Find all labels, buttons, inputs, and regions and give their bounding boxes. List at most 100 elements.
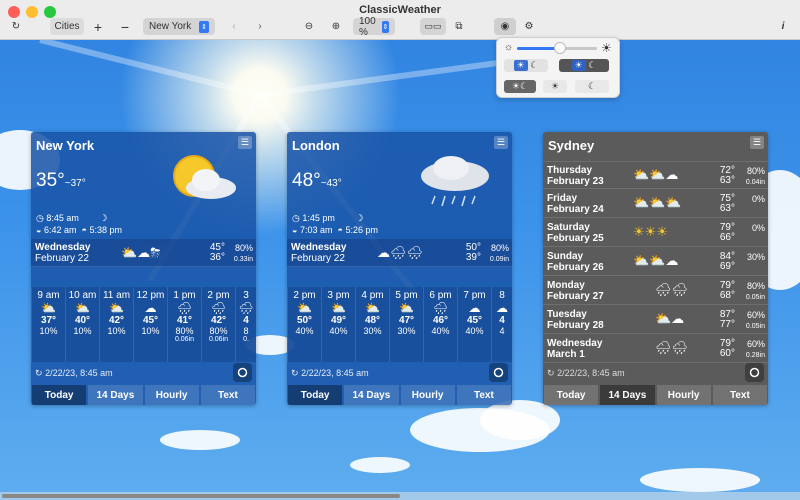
city-name: London: [292, 138, 340, 153]
refresh-icon: ↻: [547, 368, 555, 378]
partly-cloudy-icon: [173, 155, 236, 199]
hour-time: 8: [499, 290, 505, 301]
card-menu-icon[interactable]: ☰: [750, 136, 764, 149]
hour-time: 11 am: [102, 290, 131, 301]
day-temps: 84° 69°: [709, 252, 735, 272]
weather-icon: 🌧: [176, 301, 193, 315]
precip-amt: 0.33in: [233, 256, 253, 263]
weather-icon: 🌧: [432, 301, 449, 315]
feels-like: ~37°: [64, 178, 86, 189]
scrollbar-thumb[interactable]: [2, 494, 400, 498]
last-updated: ↻ 2/22/23, 8:45 am: [547, 368, 625, 379]
gear-icon[interactable]: ⚙: [522, 18, 536, 35]
layout-row-icon[interactable]: ▭▭: [420, 18, 446, 35]
hour-temp: 49°: [330, 315, 347, 326]
weather-icon: 🌧: [210, 301, 227, 315]
info-icon[interactable]: i: [778, 18, 788, 35]
tab-14-days[interactable]: 14 Days: [344, 385, 399, 405]
window-title: ClassicWeather: [359, 4, 441, 16]
tab-text[interactable]: Text: [712, 385, 767, 405]
clock-icon: ◷: [36, 213, 44, 223]
hour-precip: 10%: [39, 326, 58, 336]
layout-grid-icon[interactable]: ⧉: [451, 18, 467, 35]
theme-option-light[interactable]: ☀ ☾: [504, 59, 548, 72]
day-name: Wednesday February 22: [291, 242, 346, 264]
hour-column: 5 pm ⛅ 47° 30%: [389, 287, 423, 362]
tab-hourly[interactable]: Hourly: [400, 385, 455, 405]
zoom-select[interactable]: 100 % ⇕: [353, 15, 395, 38]
cities-button[interactable]: Cities: [50, 18, 84, 35]
mode-option-light-dark[interactable]: ☀☾: [504, 80, 536, 93]
hour-precip: 80%: [209, 326, 228, 336]
day-name: Saturday February 25: [547, 222, 604, 244]
location-button[interactable]: [745, 363, 764, 382]
horizontal-scrollbar[interactable]: [0, 492, 800, 500]
day-low: 60°: [719, 348, 735, 359]
zoom-value: 100 %: [359, 15, 376, 38]
forward-icon[interactable]: ›: [254, 18, 266, 35]
sun-times: ◒ 7:03 am ◓ 5:26 pm: [292, 225, 378, 235]
day-precip: 80% 0.04in: [737, 166, 765, 188]
zoom-in-icon[interactable]: ⊕: [329, 18, 343, 35]
hourly-strip: 2 pm ⛅ 50° 40% 3 pm ⛅ 49° 40% 4 pm ⛅ 48° 30% 5 pm…: [287, 287, 512, 362]
card-menu-icon[interactable]: ☰: [494, 136, 508, 149]
hour-column: 8 ☁ 4 4: [491, 287, 512, 362]
back-icon[interactable]: ‹: [228, 18, 240, 35]
tab-14-days[interactable]: 14 Days: [88, 385, 143, 405]
zoom-out-icon[interactable]: ⊖: [302, 18, 316, 35]
location-button[interactable]: [233, 363, 252, 382]
refresh-icon[interactable]: ↻: [9, 18, 23, 35]
hour-temp: 40°: [74, 315, 91, 326]
add-city-button[interactable]: +: [91, 18, 105, 35]
hour-column: 1 pm 🌧 41° 80% 0.06in: [167, 287, 201, 362]
refresh-icon: ↻: [35, 368, 43, 378]
tab-today[interactable]: Today: [544, 385, 599, 405]
day-precip: 30%: [737, 252, 765, 262]
hour-time: 10 am: [68, 290, 97, 301]
day-date: February 23: [547, 176, 604, 187]
day-low: 36°: [209, 252, 225, 263]
precip-pct: 30%: [746, 252, 765, 262]
brightness-slider[interactable]: [517, 42, 597, 54]
forecast-day-row: Monday February 27 🌧🌧 79° 68° 80% 0.05in: [543, 277, 768, 305]
hourly-strip: 9 am ⛅ 37° 10% 10 am ⛅ 40° 10% 11 am ⛅ 42° 10% 12…: [31, 287, 256, 362]
tab-today[interactable]: Today: [288, 385, 343, 405]
moon-icon: ☽: [99, 213, 108, 223]
sunrise-icon: ◒: [292, 225, 298, 235]
moon-icon: ☽: [355, 213, 364, 223]
precip-amt: 0.05in: [745, 323, 765, 330]
mode-option-dark[interactable]: ☾: [575, 80, 609, 93]
precip-amt: 0.05in: [745, 294, 765, 301]
day-name: Tuesday February 28: [547, 309, 604, 331]
chevron-updown-icon: ⇕: [381, 20, 389, 33]
hour-time: 3: [243, 290, 249, 301]
city-select-value: New York: [149, 21, 192, 32]
tab-text[interactable]: Text: [456, 385, 511, 405]
tab-text[interactable]: Text: [200, 385, 255, 405]
city-select[interactable]: New York ⇕: [143, 18, 215, 35]
location-button[interactable]: [489, 363, 508, 382]
remove-city-button[interactable]: −: [118, 18, 132, 35]
day-label: Wednesday: [291, 242, 347, 253]
day-name: Thursday February 23: [547, 165, 604, 187]
tab-14-days[interactable]: 14 Days: [600, 385, 655, 405]
city-name: Sydney: [548, 138, 595, 153]
tab-hourly[interactable]: Hourly: [144, 385, 199, 405]
last-updated: ↻ 2/22/23, 8:45 am: [35, 368, 113, 379]
eye-icon[interactable]: ◉: [494, 18, 516, 35]
tab-hourly[interactable]: Hourly: [656, 385, 711, 405]
weather-icon: ☁: [468, 301, 481, 315]
day-label: Monday: [547, 280, 585, 291]
weather-icon: ⛅☁: [655, 311, 685, 326]
mode-option-light[interactable]: ☀: [543, 80, 567, 93]
tab-today[interactable]: Today: [32, 385, 87, 405]
weather-icon: ⛅☁⛈: [121, 245, 161, 260]
card-menu-icon[interactable]: ☰: [238, 136, 252, 149]
theme-option-dark[interactable]: ☀ ☾: [559, 59, 609, 72]
weather-icon: ⛅: [75, 301, 90, 315]
day-low: 77°: [719, 319, 735, 330]
sunrise-time: 7:03 am: [299, 225, 333, 235]
hour-column: 4 pm ⛅ 48° 30%: [355, 287, 389, 362]
rain-cloud-icon: [421, 156, 489, 207]
updated-time: 2/22/23, 8:45 am: [557, 368, 625, 378]
